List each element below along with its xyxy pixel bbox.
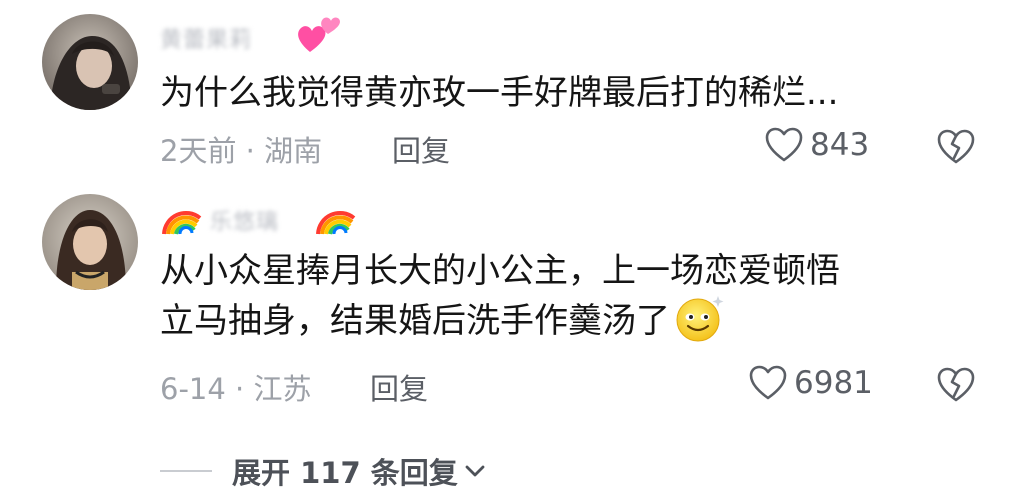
reply-button[interactable]: 回复 [370, 366, 428, 408]
expand-replies-label: 展开 117 条回复 [232, 456, 458, 490]
heart-outline-icon [749, 365, 787, 400]
chevron-down-icon [465, 465, 485, 477]
comment-item: 黄蕾果莉 为什么我觉得黄亦玫一手好牌最后打的稀烂... 2天前 · 湖南 回复 … [0, 0, 1024, 180]
comment-thread: 黄蕾果莉 为什么我觉得黄亦玫一手好牌最后打的稀烂... 2天前 · 湖南 回复 … [0, 0, 1024, 501]
comment-location: 江苏 [253, 372, 312, 406]
comment-text-line: 立马抽身，结果婚后洗手作羹汤了 [160, 301, 670, 341]
like-button[interactable]: 843 [764, 126, 869, 164]
comment-meta: 6-14 · 江苏 [160, 372, 312, 406]
broken-heart-icon [937, 367, 975, 402]
like-count: 843 [810, 127, 870, 163]
comment-meta: 2天前 · 湖南 [160, 134, 323, 168]
rainbow-icon [160, 198, 204, 242]
reply-button[interactable]: 回复 [392, 128, 450, 170]
pink-hearts-icon [296, 14, 342, 60]
heart-outline-icon [765, 127, 803, 162]
comment-text-line: 从小众星捧月长大的小公主，上一场恋爱顿悟 [160, 251, 840, 291]
comment-item: 乐悠璃 从小众星捧月长大的小公主，上一场恋爱顿悟 立马抽身，结果婚后洗手作羹汤了 [0, 180, 1024, 430]
expand-replies-button[interactable]: 展开 117 条回复 [160, 448, 486, 494]
comment-username[interactable]: 乐悠璃 [210, 204, 279, 236]
broken-heart-icon [937, 129, 975, 164]
comment-username[interactable]: 黄蕾果莉 [160, 22, 252, 54]
comment-time: 2天前 [160, 134, 237, 168]
dislike-button[interactable] [936, 366, 976, 408]
rainbow-icon [314, 198, 358, 242]
comment-location: 湖南 [264, 134, 323, 168]
avatar[interactable] [42, 194, 138, 290]
comment-text: 从小众星捧月长大的小公主，上一场恋爱顿悟 立马抽身，结果婚后洗手作羹汤了 [160, 246, 840, 346]
like-count: 6981 [794, 365, 873, 401]
dislike-button[interactable] [936, 128, 976, 170]
comment-text: 为什么我觉得黄亦玫一手好牌最后打的稀烂... [160, 68, 838, 118]
smile-emoji-icon [676, 296, 724, 342]
divider [160, 470, 212, 472]
comment-text-line: 为什么我觉得黄亦玫一手好牌最后打的稀烂... [160, 73, 839, 113]
like-button[interactable]: 6981 [748, 364, 873, 402]
comment-time: 6-14 [160, 372, 226, 406]
avatar[interactable] [42, 14, 138, 110]
